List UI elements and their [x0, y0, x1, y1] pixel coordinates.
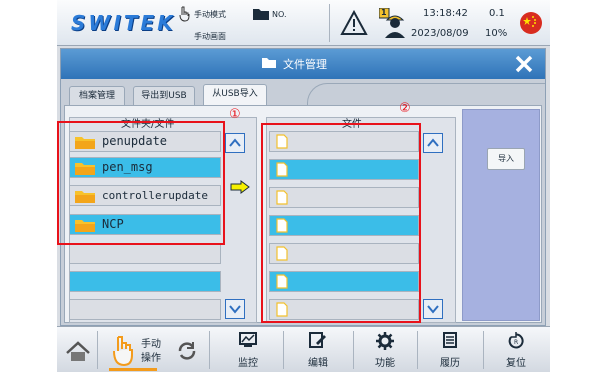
language-flag-icon[interactable] [520, 12, 542, 34]
program-number[interactable]: NO. [252, 6, 287, 25]
scroll-up-button[interactable] [225, 133, 245, 153]
nav-edit[interactable]: 编辑 [287, 327, 349, 372]
clock-time: 13:18:42 [423, 8, 468, 19]
close-icon[interactable] [513, 53, 535, 75]
operator-level-badge: 1 [381, 8, 387, 17]
chevron-up-icon [427, 138, 439, 147]
empty-row[interactable] [69, 299, 221, 320]
nav-reset-label: 复位 [506, 358, 526, 369]
monitor-icon [239, 332, 257, 347]
chevron-down-icon [427, 305, 439, 314]
hmi-screen: SWITEK 手动模式 手动画面 NO. 1 13:18:42 2023/08/… [57, 0, 550, 372]
home-icon[interactable] [65, 339, 91, 363]
empty-row[interactable] [69, 243, 221, 264]
nav-edit-label: 编辑 [308, 358, 328, 369]
divider [353, 331, 354, 369]
program-number-label: NO. [272, 10, 287, 19]
cycle-icon[interactable] [175, 339, 199, 363]
annotation-box-folders [57, 121, 225, 245]
nav-function[interactable]: 功能 [357, 327, 413, 372]
hand-icon [179, 6, 190, 22]
status-value: 0.1 [489, 8, 505, 19]
folder-icon [262, 58, 276, 68]
nav-reset[interactable]: R 复位 [487, 327, 545, 372]
warning-icon[interactable] [340, 10, 368, 36]
mode-screen-label: 手动画面 [194, 32, 226, 41]
nav-history-label: 履历 [440, 358, 460, 369]
manual-label-line1: 手动 [141, 339, 161, 350]
document-icon [443, 332, 457, 348]
divider [417, 331, 418, 369]
nav-monitor[interactable]: 监控 [217, 327, 279, 372]
mode-indicator[interactable]: 手动模式 手动画面 [177, 6, 247, 42]
divider [283, 331, 284, 369]
mode-label: 手动模式 [194, 10, 226, 19]
divider [483, 331, 484, 369]
divider [209, 331, 210, 369]
divider [97, 331, 98, 369]
import-button[interactable]: 导入 [487, 148, 525, 170]
scroll-up-button[interactable] [423, 133, 443, 153]
annotation-box-files [261, 123, 421, 323]
active-indicator [109, 368, 157, 371]
chevron-up-icon [229, 138, 241, 147]
chevron-down-icon [229, 305, 241, 314]
annotation-number: ② [399, 101, 411, 116]
hand-icon [113, 336, 133, 367]
annotation-number: ① [229, 107, 241, 122]
tab-strip-background [307, 83, 545, 107]
scroll-down-button[interactable] [423, 299, 443, 319]
nav-function-label: 功能 [375, 358, 395, 369]
import-panel: 导入 [462, 109, 540, 321]
folder-icon [253, 9, 269, 20]
gear-icon [376, 332, 394, 350]
top-status-bar: SWITEK 手动模式 手动画面 NO. 1 13:18:42 2023/08/… [57, 0, 550, 46]
speed-percent: 10% [485, 28, 508, 39]
edit-icon [309, 332, 326, 348]
svg-text:R: R [514, 339, 518, 346]
scroll-down-button[interactable] [225, 299, 245, 319]
nav-monitor-label: 监控 [238, 358, 258, 369]
tab-import-usb[interactable]: 从USB导入 [203, 84, 267, 106]
tab-archive-management[interactable]: 档案管理 [69, 86, 125, 106]
arrow-right-icon [230, 180, 250, 194]
dialog-title: 文件管理 [283, 58, 327, 71]
file-manager-dialog: 文件管理 档案管理 导出到USB 从USB导入 文件夹/文件 penupdate… [57, 48, 546, 326]
nav-history[interactable]: 履历 [421, 327, 479, 372]
bottom-nav-bar: 手动 操作 监控 编辑 功能 履历 R 复位 [57, 326, 550, 372]
divider [329, 4, 330, 42]
manual-operation-button[interactable]: 手动 操作 [101, 329, 171, 371]
manual-label-line2: 操作 [141, 353, 161, 364]
operator-icon[interactable]: 1 [378, 7, 407, 42]
logo: SWITEK [71, 11, 176, 35]
clock-date: 2023/08/09 [411, 28, 469, 39]
tab-export-usb[interactable]: 导出到USB [133, 86, 195, 106]
empty-row[interactable] [69, 271, 221, 292]
dialog-title-bar: 文件管理 [61, 49, 545, 79]
reset-icon: R [508, 332, 524, 349]
